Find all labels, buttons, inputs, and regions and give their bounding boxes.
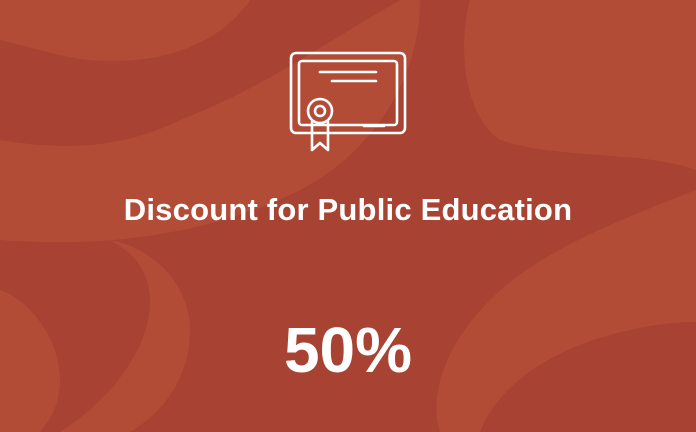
discount-card: Discount for Public Education 50%	[0, 0, 696, 432]
certificate-icon	[288, 50, 408, 156]
discount-title: Discount for Public Education	[123, 192, 573, 227]
discount-value: 50%	[283, 314, 413, 386]
